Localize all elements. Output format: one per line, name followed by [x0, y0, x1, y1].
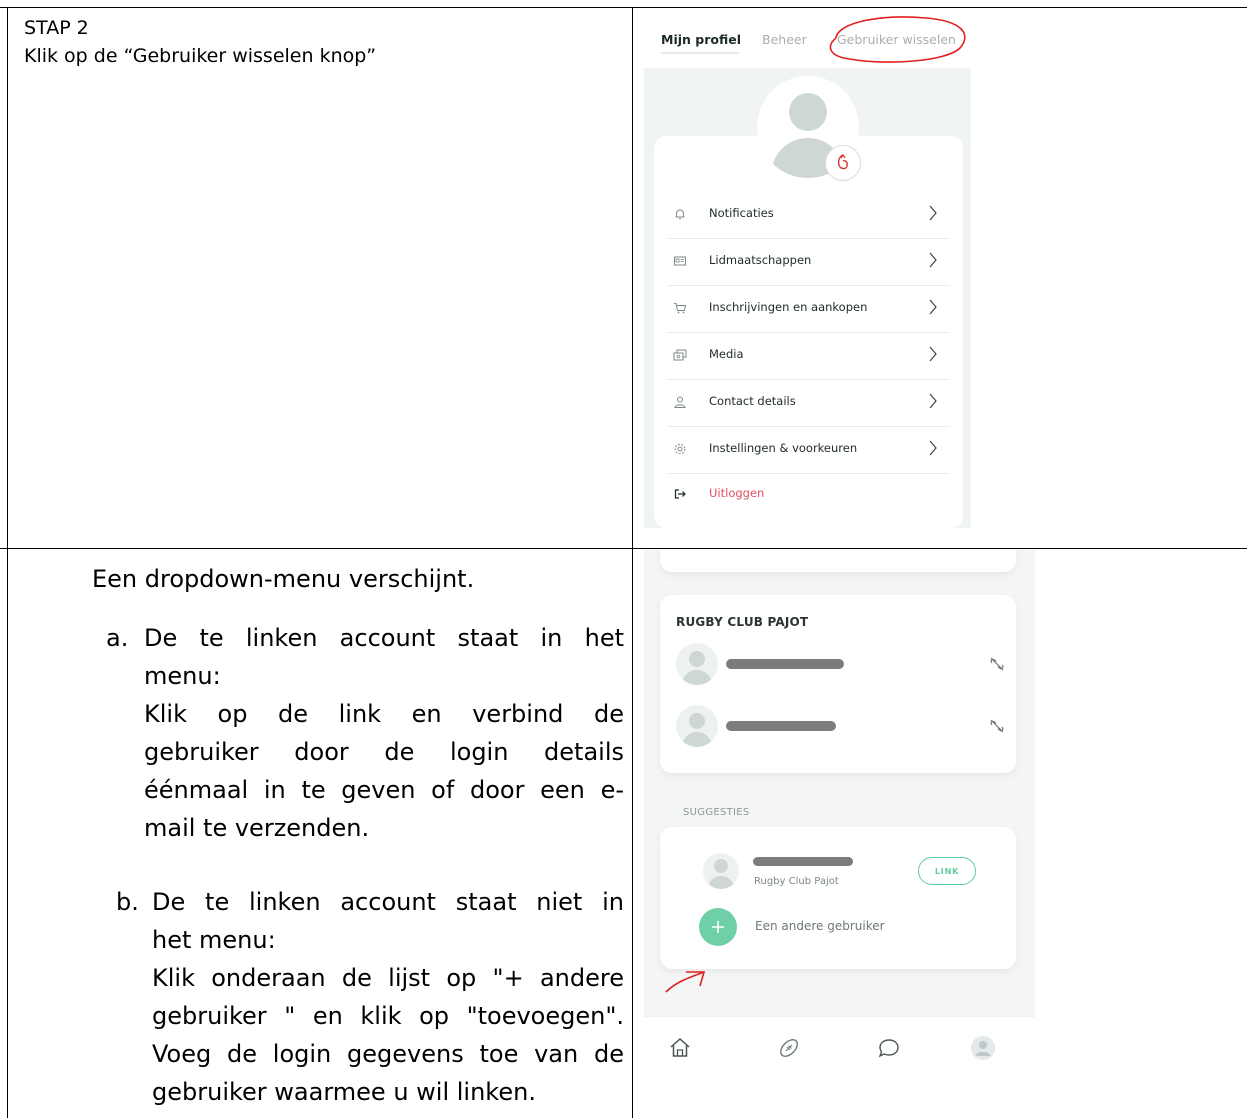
previous-card — [660, 550, 1016, 572]
tab-mijn-profiel[interactable]: Mijn profiel — [661, 32, 741, 47]
table-border-left — [7, 7, 8, 1118]
list-b-line: Voeg de login gegevens toe van de — [152, 1040, 624, 1068]
table-border-top — [0, 7, 1247, 8]
avatar-head — [789, 93, 827, 131]
list-a-line: De te linken account staat in het — [144, 624, 624, 652]
list-item-b: b. De te linken account staat niet in he… — [116, 883, 624, 1111]
plus-icon — [712, 921, 724, 933]
menu-item-label: Inschrijvingen en aankopen — [709, 300, 868, 314]
tab-beheer[interactable]: Beheer — [762, 32, 807, 47]
profile-menu-card: Notificaties Lidmaatschappen Inschrijvin… — [654, 136, 963, 528]
list-a-line: mail te verzenden. — [144, 814, 370, 842]
list-b-line: gebruiker " en klik op "toevoegen". — [152, 1002, 624, 1030]
chat-icon[interactable] — [876, 1035, 902, 1061]
list-marker-b: b. — [116, 888, 139, 916]
menu-item-notificaties[interactable]: Notificaties — [667, 192, 950, 239]
menu-item-label: Contact details — [709, 394, 796, 408]
list-a-line: éénmaal in te geven of door een e- — [144, 776, 624, 804]
profile-tabs: Mijn profiel Beheer Gebruiker wisselen — [644, 16, 971, 68]
redacted-name — [753, 857, 853, 866]
profile-screenshot: Mijn profiel Beheer Gebruiker wisselen N… — [644, 16, 971, 528]
bell-icon — [673, 207, 687, 221]
linked-account-row[interactable] — [676, 643, 1006, 687]
avatar — [703, 853, 739, 889]
active-tab-underline — [661, 52, 739, 54]
chevron-right-icon — [929, 393, 937, 409]
list-a-line: menu: — [144, 662, 221, 690]
menu-item-instellingen[interactable]: Instellingen & voorkeuren — [667, 427, 950, 474]
avatar — [676, 643, 718, 685]
menu-item-inschrijvingen[interactable]: Inschrijvingen en aankopen — [667, 286, 950, 333]
red-annotation-circle — [829, 16, 966, 63]
unlink-icon[interactable] — [988, 717, 1006, 735]
chevron-right-icon — [929, 346, 937, 362]
link-button[interactable]: LINK — [918, 857, 976, 885]
chevron-right-icon — [929, 252, 937, 268]
menu-item-label: Uitloggen — [709, 486, 765, 500]
table-border-middle — [0, 548, 1247, 549]
media-icon — [673, 348, 687, 362]
list-marker-a: a. — [106, 624, 129, 652]
redacted-name — [726, 721, 836, 731]
logout-icon — [673, 487, 687, 501]
chevron-right-icon — [929, 205, 937, 221]
menu-item-label: Notificaties — [709, 206, 774, 220]
cart-icon — [673, 301, 687, 315]
add-other-user-label[interactable]: Een andere gebruiker — [755, 919, 885, 933]
menu-item-lidmaatschappen[interactable]: Lidmaatschappen — [667, 239, 950, 286]
gear-icon — [673, 442, 687, 456]
list-b-line: Klik onderaan de lijst op "+ andere — [152, 964, 624, 992]
menu-item-contact-details[interactable]: Contact details — [667, 380, 950, 427]
redacted-name — [726, 659, 844, 669]
switch-user-screenshot: RUGBY CLUB PAJOT SUGGESTIES Rugby Club P… — [644, 550, 1035, 1088]
list-b-line: het menu: — [152, 926, 276, 954]
home-icon[interactable] — [667, 1035, 693, 1061]
table-border-center — [632, 7, 633, 1118]
list-b-line: De te linken account staat niet in — [152, 888, 624, 916]
menu-item-uitloggen[interactable]: Uitloggen — [667, 472, 950, 518]
menu-item-label: Instellingen & voorkeuren — [709, 441, 858, 455]
menu-item-media[interactable]: Media — [667, 333, 950, 380]
explanation-intro: Een dropdown-menu verschijnt. — [92, 565, 475, 593]
suggestion-club-name: Rugby Club Pajot — [754, 876, 839, 887]
explanation-cell: Een dropdown-menu verschijnt. a. De te l… — [24, 560, 624, 1111]
red-annotation-arrow — [665, 971, 706, 993]
linked-account-row[interactable] — [676, 705, 1006, 749]
list-b-line: gebruiker waarmee u wil linken. — [152, 1078, 536, 1106]
profile-avatar-icon[interactable] — [970, 1035, 996, 1061]
list-item-a: a. De te linken account staat in het men… — [106, 619, 624, 847]
club-accounts-card: RUGBY CLUB PAJOT — [660, 595, 1016, 773]
menu-item-label: Lidmaatschappen — [709, 253, 812, 267]
chevron-right-icon — [929, 299, 937, 315]
club-logo-icon — [837, 153, 848, 170]
person-icon — [673, 395, 687, 409]
bottom-navigation — [644, 1016, 1035, 1088]
list-a-line: Klik op de link en verbind de — [144, 700, 624, 728]
add-user-button[interactable] — [699, 908, 737, 946]
suggestions-label: SUGGESTIES — [683, 807, 750, 818]
unlink-icon[interactable] — [988, 655, 1006, 673]
rugby-ball-icon[interactable] — [776, 1035, 802, 1061]
avatar — [676, 705, 718, 747]
menu-item-label: Media — [709, 347, 744, 361]
chevron-right-icon — [929, 440, 937, 456]
list-a-line: gebruiker door de login details — [144, 738, 624, 766]
suggestions-card: Rugby Club Pajot LINK Een andere gebruik… — [660, 827, 1016, 969]
id-card-icon — [673, 254, 687, 268]
club-logo-badge — [825, 145, 861, 181]
step-title: STAP 2 — [24, 17, 89, 39]
club-title: RUGBY CLUB PAJOT — [676, 615, 809, 629]
step-instruction: Klik op de “Gebruiker wisselen knop” — [24, 45, 377, 67]
